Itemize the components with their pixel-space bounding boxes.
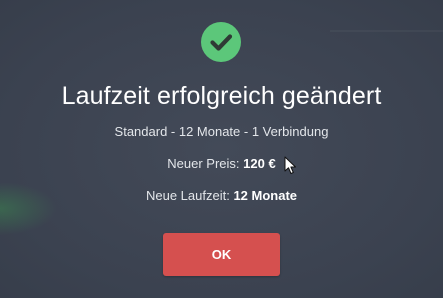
plan-summary: Standard - 12 Monate - 1 Verbindung bbox=[114, 124, 329, 139]
dialog-title: Laufzeit erfolgreich geändert bbox=[61, 82, 382, 110]
checkmark-circle-icon bbox=[201, 22, 241, 62]
new-price-label: Neuer Preis: bbox=[167, 156, 240, 171]
new-price-value: 120 € bbox=[243, 156, 276, 171]
new-term-label: Neue Laufzeit: bbox=[145, 188, 230, 203]
new-price-line: Neuer Preis: 120 € bbox=[0, 156, 443, 171]
checkmark-icon bbox=[210, 34, 233, 51]
new-term-line: Neue Laufzeit: 12 Monate bbox=[0, 188, 443, 203]
ok-button[interactable]: OK bbox=[163, 233, 280, 276]
mouse-pointer-icon bbox=[284, 156, 296, 174]
new-term-value: 12 Monate bbox=[233, 188, 298, 203]
success-dialog: Laufzeit erfolgreich geändert Standard -… bbox=[0, 0, 443, 298]
